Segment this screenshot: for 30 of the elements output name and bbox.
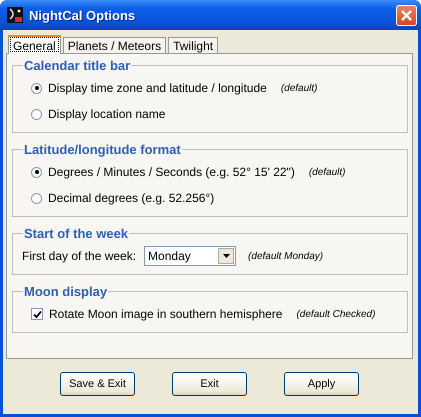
checkbox[interactable]: [31, 308, 43, 320]
radio-button[interactable]: [31, 108, 42, 120]
radio-button[interactable]: [31, 166, 42, 178]
moon-icon: [7, 7, 23, 23]
tab[interactable]: Planets / Meteors: [62, 37, 166, 53]
dialog-button[interactable]: Exit: [172, 372, 247, 396]
default-note: (default Monday): [248, 250, 324, 262]
option-label: Rotate Moon image in southern hemisphere: [49, 307, 282, 321]
close-icon: [400, 8, 413, 22]
option-label: Display location name: [48, 107, 166, 121]
tab[interactable]: Twilight: [168, 37, 218, 53]
dialog-button[interactable]: Save & Exit: [60, 372, 135, 396]
window-title: NightCal Options: [29, 8, 136, 22]
group-title: Latitude/longitude format: [23, 142, 182, 157]
option-label: Decimal degrees (e.g. 52.256°): [48, 191, 214, 205]
dialog-button[interactable]: Apply: [284, 372, 359, 396]
close-button[interactable]: [396, 4, 417, 26]
tab[interactable]: General: [8, 35, 61, 54]
field-label: First day of the week:: [22, 249, 136, 263]
default-note: (default Checked): [296, 308, 376, 320]
group-title: Calendar title bar: [23, 58, 132, 73]
radio-button[interactable]: [31, 192, 42, 204]
default-note: (default): [280, 82, 318, 94]
default-note: (default): [308, 166, 346, 178]
group-title: Start of the week: [23, 226, 130, 241]
group-title: Moon display: [23, 284, 108, 299]
radio-button[interactable]: [31, 82, 42, 94]
option-label: Degrees / Minutes / Seconds (e.g. 52° 15' 22"): [48, 165, 295, 179]
option-label: Display time zone and latitude / longitude: [48, 81, 267, 95]
day-dropdown[interactable]: Monday: [144, 246, 236, 266]
